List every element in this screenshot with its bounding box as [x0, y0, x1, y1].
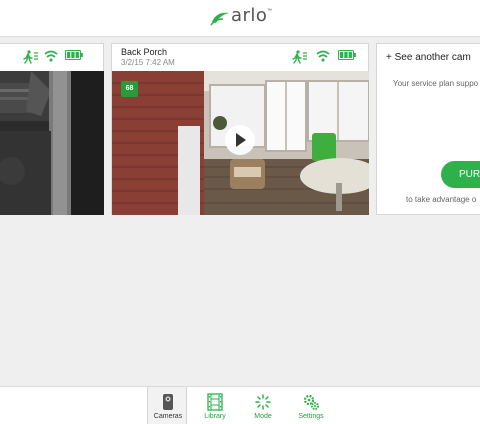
camera-feed[interactable] [0, 71, 104, 215]
camera-card-back-porch[interactable]: Back Porch 3/2/15 7:42 AM 68 [111, 43, 369, 215]
purchase-button[interactable]: PURC [441, 161, 480, 188]
nav-settings[interactable]: Settings [291, 387, 331, 424]
nav-label: Settings [298, 413, 324, 420]
temperature-badge: 68 [121, 81, 138, 97]
mode-spinner-icon [255, 394, 271, 410]
nav-mode[interactable]: Mode [243, 387, 283, 424]
nav-label: Library [204, 413, 226, 420]
wifi-signal-icon [316, 50, 330, 62]
battery-icon [338, 50, 356, 60]
take-advantage-text: to take advantage o [406, 195, 477, 204]
motion-sensor-icon [292, 50, 307, 64]
arlo-leaf-icon [210, 12, 229, 26]
camera-card[interactable] [0, 43, 104, 215]
trademark-mark: ™ [267, 8, 272, 14]
battery-icon [65, 50, 83, 60]
add-camera-promo-card: + See another cam Your service plan supp… [376, 43, 480, 215]
camera-feed[interactable]: 68 [112, 71, 369, 215]
camera-timestamp: 3/2/15 7:42 AM [121, 58, 175, 67]
nav-cameras[interactable]: Cameras [147, 387, 187, 424]
nav-library[interactable]: Library [195, 387, 235, 424]
bottom-navigation: Cameras Library Mode Settings [0, 386, 480, 424]
see-another-camera-link[interactable]: + See another cam [386, 52, 471, 63]
top-bar: arlo ™ [0, 0, 480, 37]
arlo-logo: arlo ™ [209, 5, 273, 30]
service-plan-text: Your service plan suppo [393, 79, 479, 88]
night-camera-image [0, 71, 104, 215]
play-button[interactable] [225, 125, 255, 155]
wifi-signal-icon [44, 50, 58, 62]
gears-icon [303, 394, 319, 410]
nav-label: Cameras [153, 413, 183, 420]
play-icon [236, 133, 246, 147]
camera-icon [163, 394, 173, 410]
motion-sensor-icon [23, 50, 38, 64]
film-strip-icon [207, 393, 223, 411]
logo-text: arlo [231, 5, 268, 26]
camera-name: Back Porch [121, 47, 168, 57]
nav-label: Mode [254, 413, 272, 420]
